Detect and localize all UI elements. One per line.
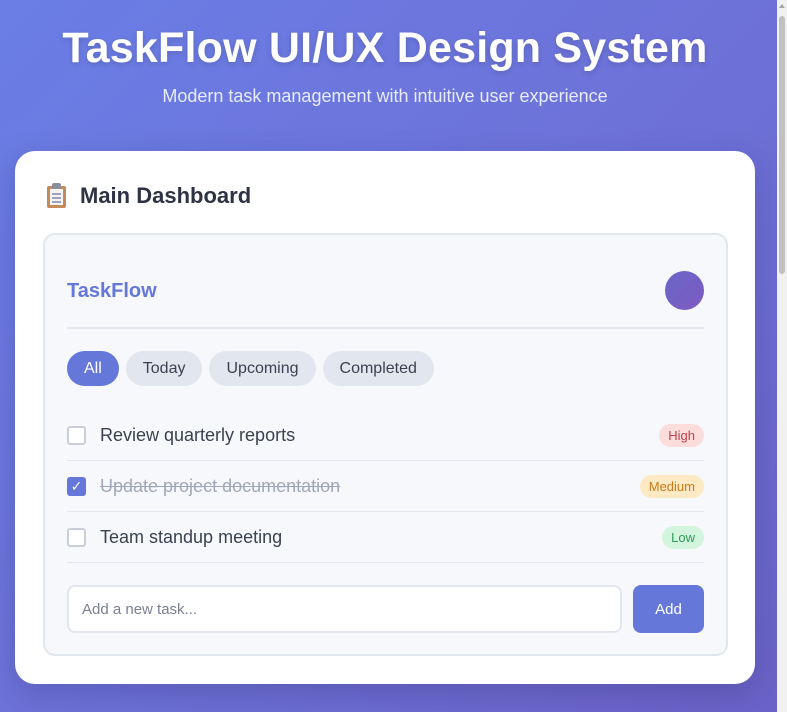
priority-badge: Medium [639, 475, 704, 498]
app-preview: TaskFlow All Today Upcoming Completed Re… [43, 233, 728, 656]
new-task-input[interactable] [67, 585, 622, 633]
page-title: TaskFlow UI/UX Design System [62, 24, 708, 72]
scrollbar-thumb[interactable] [779, 16, 785, 274]
page: TaskFlow UI/UX Design System Modern task… [0, 0, 777, 712]
task-checkbox[interactable] [67, 425, 86, 445]
check-icon: ✓ [70, 478, 83, 494]
dashboard-card: Main Dashboard TaskFlow All Today Upcomi… [15, 151, 755, 684]
priority-badge: Low [662, 526, 704, 549]
filter-tab-completed[interactable]: Completed [322, 351, 434, 386]
task-checkbox[interactable] [67, 527, 86, 547]
priority-badge: High [659, 424, 704, 447]
task-item[interactable]: ✓ Update project documentation Medium [67, 461, 704, 512]
task-text: Review quarterly reports [100, 424, 296, 445]
task-text: Update project documentation [100, 475, 341, 496]
filter-tab-upcoming[interactable]: Upcoming [209, 351, 316, 386]
add-task-button[interactable]: Add [633, 585, 704, 633]
scrollbar[interactable] [777, 0, 787, 712]
filter-tabs: All Today Upcoming Completed [67, 351, 434, 386]
card-header: Main Dashboard [46, 183, 251, 209]
task-item[interactable]: Review quarterly reports High [67, 410, 704, 461]
task-item[interactable]: Team standup meeting Low [67, 512, 704, 563]
task-list: Review quarterly reports High ✓ Update p… [67, 410, 704, 563]
card-title: Main Dashboard [80, 183, 252, 208]
scroll-up-arrow-icon[interactable] [779, 4, 785, 8]
add-task-row: Add [67, 585, 704, 633]
clipboard-icon [46, 183, 68, 209]
page-subtitle: Modern task management with intuitive us… [162, 86, 608, 106]
task-checkbox[interactable]: ✓ [67, 476, 86, 496]
filter-tab-all[interactable]: All [67, 351, 119, 386]
filter-tab-today[interactable]: Today [125, 351, 203, 386]
task-text: Team standup meeting [100, 526, 283, 547]
avatar[interactable] [665, 271, 704, 310]
app-brand[interactable]: TaskFlow [67, 280, 157, 303]
app-header: TaskFlow [67, 271, 704, 329]
